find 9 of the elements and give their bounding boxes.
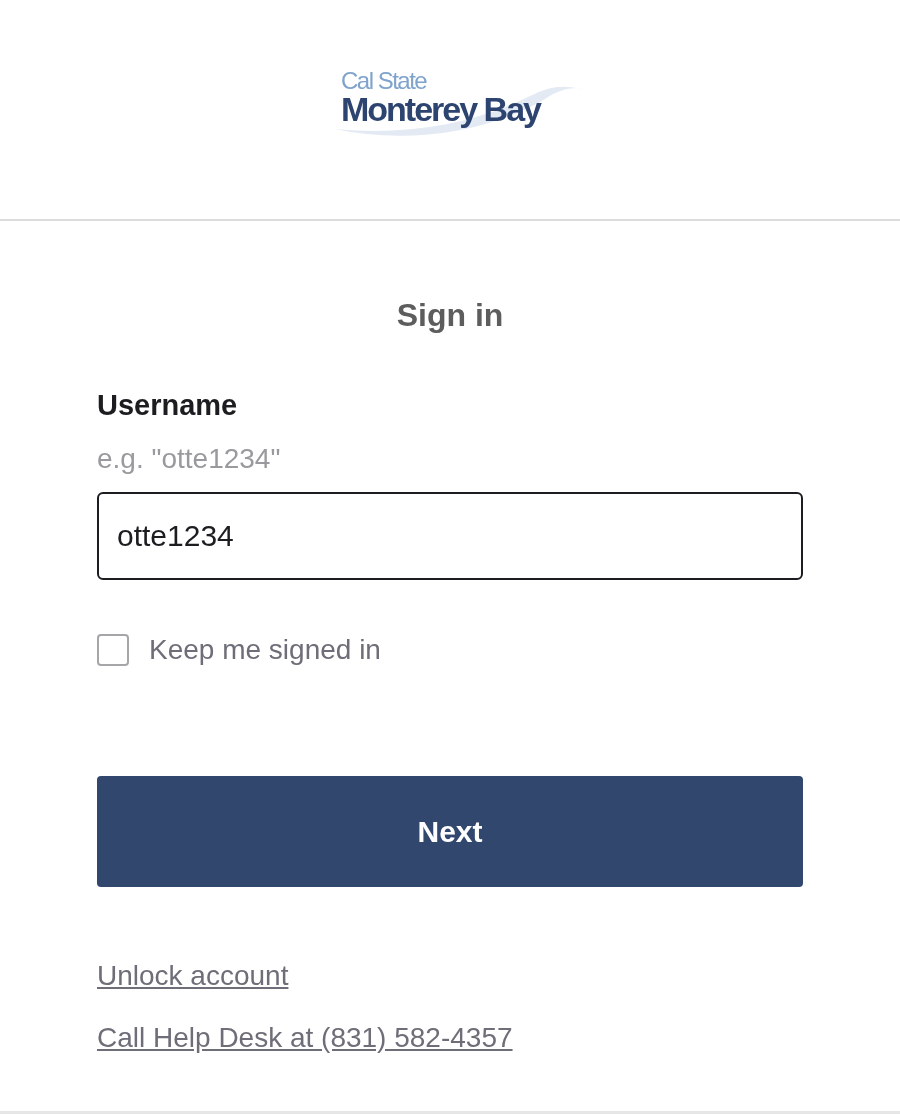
field-label: Username <box>97 388 238 423</box>
checkbox[interactable] <box>97 634 129 666</box>
username-field[interactable]: otte1234 <box>97 492 803 580</box>
next-button[interactable]: Next <box>97 776 803 887</box>
form-title: Sign in <box>396 296 504 335</box>
checkbox-label[interactable]: Keep me signed in <box>149 634 381 666</box>
field-hint: e.g. "otte1234" <box>97 442 281 476</box>
help-link[interactable]: Call Help Desk at (831) 582-4357 <box>97 1019 513 1057</box>
help-link[interactable]: Unlock account <box>97 957 289 995</box>
